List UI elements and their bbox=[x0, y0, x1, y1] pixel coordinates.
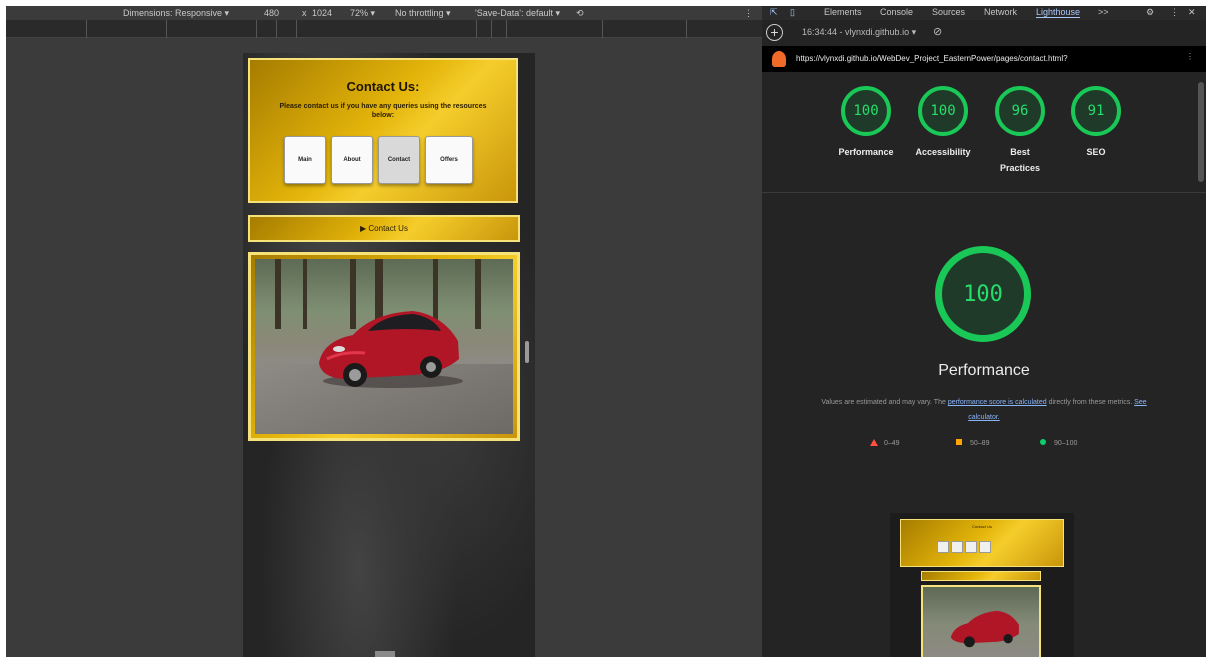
score-value: 100 bbox=[841, 86, 891, 136]
report-url[interactable]: https://vlynxdi.github.io/WebDev_Project… bbox=[796, 54, 1068, 63]
tab-elements[interactable]: Elements bbox=[824, 7, 862, 17]
devtools-tab-bar: ⇱ ▯ Elements Console Sources Network Lig… bbox=[762, 6, 1206, 20]
thumbnail-nav bbox=[937, 541, 991, 553]
width-input[interactable]: 480 bbox=[264, 8, 279, 18]
tab-lighthouse[interactable]: Lighthouse bbox=[1036, 7, 1081, 18]
clear-reports-icon[interactable]: ⊘ bbox=[933, 25, 942, 38]
tab-network[interactable]: Network bbox=[984, 7, 1017, 17]
device-toolbar: Dimensions: Responsive ▾ 480 x 1024 72% … bbox=[6, 6, 762, 20]
score-label: SEO bbox=[1086, 147, 1106, 157]
score-value: 91 bbox=[1071, 86, 1121, 136]
zoom-dropdown[interactable]: 72% ▾ bbox=[350, 8, 375, 19]
score-label: Performance bbox=[838, 147, 894, 157]
red-sports-car-icon bbox=[950, 610, 1019, 648]
url-more-options-icon[interactable]: ⋮ bbox=[1186, 52, 1194, 61]
score-gauge-performance[interactable]: 100 Performance bbox=[830, 86, 902, 160]
resize-handle[interactable] bbox=[525, 341, 529, 363]
report-selector[interactable]: 16:34:44 - vlynxdi.github.io ▾ bbox=[802, 27, 916, 38]
score-label: Best Practices bbox=[999, 147, 1041, 173]
page-subtitle: Please contact us if you have any querie… bbox=[279, 103, 487, 119]
device-emulation-area: Dimensions: Responsive ▾ 480 x 1024 72% … bbox=[6, 6, 762, 657]
legend-fail: 0–49 bbox=[870, 439, 900, 447]
score-value: 100 bbox=[918, 86, 968, 136]
dimension-separator: x bbox=[302, 8, 307, 18]
dimensions-dropdown[interactable]: Dimensions: Responsive ▾ bbox=[123, 8, 229, 19]
more-tabs-button[interactable]: >> bbox=[1098, 7, 1109, 17]
new-report-plus-icon[interactable]: + bbox=[766, 24, 783, 41]
performance-main-gauge: 100 bbox=[935, 246, 1031, 342]
settings-gear-icon[interactable]: ⚙ bbox=[1146, 7, 1154, 18]
thumbnail-car-photo bbox=[921, 585, 1041, 657]
score-gauge-best-practices[interactable]: 96 Best Practices bbox=[990, 86, 1050, 176]
score-value: 96 bbox=[995, 86, 1045, 136]
section-divider bbox=[762, 192, 1206, 193]
thumbnail-toggle bbox=[921, 571, 1041, 581]
nav-button-about[interactable]: About bbox=[331, 136, 373, 184]
average-square-icon bbox=[956, 439, 962, 445]
media-query-bar[interactable] bbox=[6, 20, 762, 38]
nav-button-offers[interactable]: Offers bbox=[425, 136, 473, 184]
more-options-icon[interactable]: ⋮ bbox=[744, 8, 753, 19]
score-label: Accessibility bbox=[915, 147, 971, 157]
throttling-dropdown[interactable]: No throttling ▾ bbox=[395, 8, 451, 19]
legend-pass: 90–100 bbox=[1040, 439, 1077, 447]
page-title: Contact Us: bbox=[346, 79, 420, 94]
tab-sources[interactable]: Sources bbox=[932, 7, 965, 17]
tab-console[interactable]: Console bbox=[880, 7, 913, 17]
car-photo bbox=[255, 259, 513, 434]
lighthouse-report-bar: + 16:34:44 - vlynxdi.github.io ▾ ⊘ bbox=[762, 22, 1206, 44]
viewport-scrollbar-thumb[interactable] bbox=[375, 651, 395, 657]
nav-button-main[interactable]: Main bbox=[284, 136, 326, 184]
site-nav: Main About Contact Offers bbox=[284, 136, 473, 184]
height-input[interactable]: 1024 bbox=[312, 8, 332, 18]
panel-scrollbar[interactable] bbox=[1198, 82, 1204, 182]
red-sports-car-icon bbox=[319, 311, 463, 388]
lighthouse-logo-icon bbox=[772, 51, 786, 67]
performance-description: Values are estimated and may vary. The p… bbox=[821, 399, 1147, 421]
close-icon[interactable]: ✕ bbox=[1188, 7, 1196, 18]
fail-triangle-icon bbox=[870, 439, 878, 446]
score-gauge-seo[interactable]: 91 SEO bbox=[1066, 86, 1126, 160]
pass-circle-icon bbox=[1040, 439, 1046, 445]
report-url-bar: https://vlynxdi.github.io/WebDev_Project… bbox=[762, 46, 1206, 72]
inspect-element-icon[interactable]: ⇱ bbox=[770, 7, 778, 18]
contact-header-card: Contact Us: Please contact us if you hav… bbox=[248, 58, 518, 203]
devtools-panel: ⇱ ▯ Elements Console Sources Network Lig… bbox=[762, 6, 1206, 657]
nav-button-contact[interactable]: Contact bbox=[378, 136, 420, 184]
car-photo-frame bbox=[248, 252, 520, 441]
device-toggle-icon[interactable]: ▯ bbox=[790, 7, 795, 18]
score-gauge-accessibility[interactable]: 100 Accessibility bbox=[907, 86, 979, 160]
final-screenshot-thumbnail[interactable]: Contact Us bbox=[890, 513, 1074, 657]
legend-average: 50–89 bbox=[956, 439, 989, 447]
rotate-icon[interactable]: ⟲ bbox=[576, 8, 584, 19]
contact-us-toggle[interactable]: ▶ Contact Us bbox=[248, 215, 520, 242]
save-data-dropdown[interactable]: 'Save-Data': default ▾ bbox=[475, 8, 560, 19]
emulated-viewport[interactable]: Contact Us: Please contact us if you hav… bbox=[243, 53, 535, 657]
more-options-icon[interactable]: ⋮ bbox=[1170, 7, 1179, 18]
score-calculation-link[interactable]: performance score is calculated bbox=[948, 399, 1047, 406]
performance-heading: Performance bbox=[938, 362, 1030, 379]
